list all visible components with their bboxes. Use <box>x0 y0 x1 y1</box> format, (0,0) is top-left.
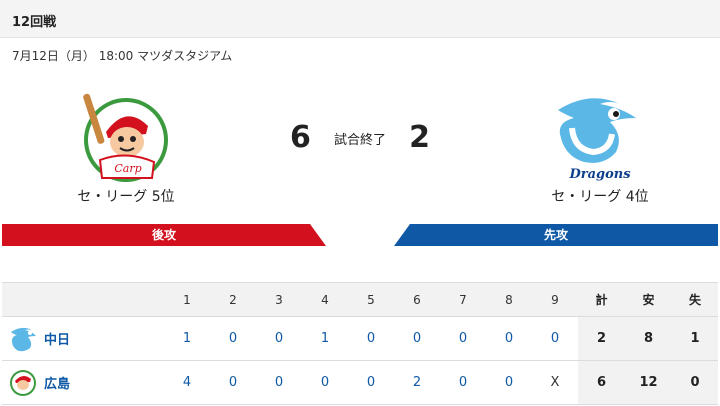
total-hits: 8 <box>625 316 672 361</box>
svg-text:Dragons: Dragons <box>568 167 631 182</box>
header-runs: 計 <box>578 282 625 317</box>
round-title: 12回戦 <box>12 15 57 30</box>
table-row: 広島 4 0 0 0 0 2 0 0 X 6 12 0 <box>2 360 718 405</box>
header-inning: 4 <box>302 282 348 317</box>
table-row: 中日 1 0 0 1 0 0 0 0 0 2 8 1 <box>2 316 718 361</box>
inning-score[interactable]: 0 <box>256 360 302 405</box>
home-team-name: 広島 <box>44 377 71 392</box>
header-inning: 6 <box>394 282 440 317</box>
carp-mini-logo-icon <box>10 369 36 396</box>
header-errors: 失 <box>672 282 718 317</box>
inning-score[interactable]: 4 <box>164 360 210 405</box>
game-info: 7月12日（月） 18:00 マツダスタジアム <box>12 49 233 63</box>
inning-score[interactable]: 0 <box>302 360 348 405</box>
inning-score[interactable]: 0 <box>532 316 578 361</box>
header-team-cell <box>2 282 164 317</box>
inning-score[interactable]: 1 <box>164 316 210 361</box>
inning-score[interactable]: 0 <box>486 360 532 405</box>
inning-score[interactable]: 0 <box>210 316 256 361</box>
header-inning: 3 <box>256 282 302 317</box>
header-bar: 12回戦 <box>0 0 720 38</box>
inning-score[interactable]: 0 <box>486 316 532 361</box>
total-errors: 1 <box>672 316 718 361</box>
header-inning: 2 <box>210 282 256 317</box>
inning-score: X <box>532 360 578 405</box>
score-block: 6 試合終了 2 <box>270 118 450 158</box>
linescore-header-row: 1 2 3 4 5 6 7 8 9 計 安 失 <box>2 282 718 317</box>
inning-score[interactable]: 0 <box>440 316 486 361</box>
away-team-rank: セ・リーグ 4位 <box>551 189 649 205</box>
dragons-logo-icon: Dragons <box>550 88 650 183</box>
total-runs: 2 <box>578 316 625 361</box>
linescore-table: 1 2 3 4 5 6 7 8 9 計 安 失 中日 1 0 0 1 0 0 0… <box>2 282 718 405</box>
home-team-rank: セ・リーグ 5位 <box>77 189 175 205</box>
inning-score[interactable]: 1 <box>302 316 348 361</box>
header-hits: 安 <box>625 282 672 317</box>
total-runs: 6 <box>578 360 625 405</box>
header-inning: 9 <box>532 282 578 317</box>
inning-score[interactable]: 0 <box>394 316 440 361</box>
away-team-name: 中日 <box>44 333 71 348</box>
inning-score[interactable]: 2 <box>394 360 440 405</box>
away-team[interactable]: Dragons セ・リーグ 4位 <box>500 88 700 208</box>
carp-logo-icon: Carp <box>76 88 176 183</box>
inning-score[interactable]: 0 <box>440 360 486 405</box>
away-team-link[interactable]: 中日 <box>2 316 164 361</box>
inning-score[interactable]: 0 <box>348 316 394 361</box>
home-team-link[interactable]: 広島 <box>2 360 164 405</box>
total-errors: 0 <box>672 360 718 405</box>
home-side-band: 後攻 <box>2 224 326 246</box>
total-hits: 12 <box>625 360 672 405</box>
header-inning: 7 <box>440 282 486 317</box>
header-inning: 5 <box>348 282 394 317</box>
away-side-band: 先攻 <box>394 224 718 246</box>
inning-score[interactable]: 0 <box>210 360 256 405</box>
header-inning: 1 <box>164 282 210 317</box>
home-team[interactable]: Carp セ・リーグ 5位 <box>26 88 226 208</box>
inning-score[interactable]: 0 <box>256 316 302 361</box>
dragons-mini-logo-icon <box>11 327 36 351</box>
svg-text:Carp: Carp <box>114 162 141 175</box>
inning-score[interactable]: 0 <box>348 360 394 405</box>
away-score: 2 <box>409 120 430 155</box>
header-inning: 8 <box>486 282 532 317</box>
